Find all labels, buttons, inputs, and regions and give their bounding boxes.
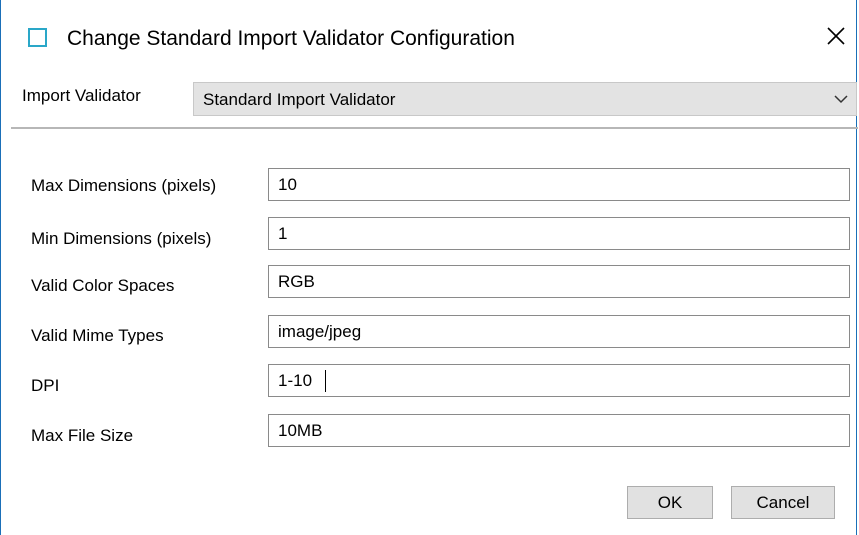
close-icon: [827, 27, 845, 45]
valid-color-spaces-label: Valid Color Spaces: [31, 276, 175, 295]
max-dimensions-label: Max Dimensions (pixels): [31, 176, 217, 195]
dialog-window: Change Standard Import Validator Configu…: [0, 0, 858, 535]
valid-color-spaces-value: RGB: [278, 272, 315, 291]
import-validator-select[interactable]: Standard Import Validator: [193, 82, 857, 116]
max-file-size-label: Max File Size: [31, 426, 134, 445]
dpi-label: DPI: [31, 376, 60, 395]
dpi-field[interactable]: 1-10: [268, 364, 850, 397]
cancel-button[interactable]: Cancel: [731, 486, 835, 519]
text-caret: [325, 370, 326, 392]
valid-mime-types-field[interactable]: image/jpeg: [268, 315, 850, 348]
import-validator-selected-value: Standard Import Validator: [203, 90, 396, 109]
min-dimensions-label: Min Dimensions (pixels): [31, 229, 212, 248]
max-dimensions-field[interactable]: 10: [268, 168, 850, 201]
min-dimensions-field[interactable]: 1: [268, 217, 850, 250]
window-square-icon: [28, 28, 47, 47]
close-button[interactable]: [818, 18, 854, 54]
max-dimensions-value: 10: [278, 175, 297, 194]
min-dimensions-value: 1: [278, 224, 288, 243]
valid-color-spaces-field[interactable]: RGB: [268, 265, 850, 298]
valid-mime-types-label: Valid Mime Types: [31, 326, 164, 345]
valid-mime-types-value: image/jpeg: [278, 322, 362, 341]
chevron-down-icon: [834, 95, 848, 104]
import-validator-label: Import Validator: [22, 86, 141, 105]
dpi-value: 1-10: [278, 371, 313, 390]
max-file-size-value: 10MB: [278, 421, 323, 440]
max-file-size-field[interactable]: 10MB: [268, 414, 850, 447]
ok-button[interactable]: OK: [627, 486, 713, 519]
separator: [11, 127, 858, 129]
title-bar[interactable]: Change Standard Import Validator Configu…: [1, 0, 858, 70]
window-title: Change Standard Import Validator Configu…: [67, 27, 515, 50]
